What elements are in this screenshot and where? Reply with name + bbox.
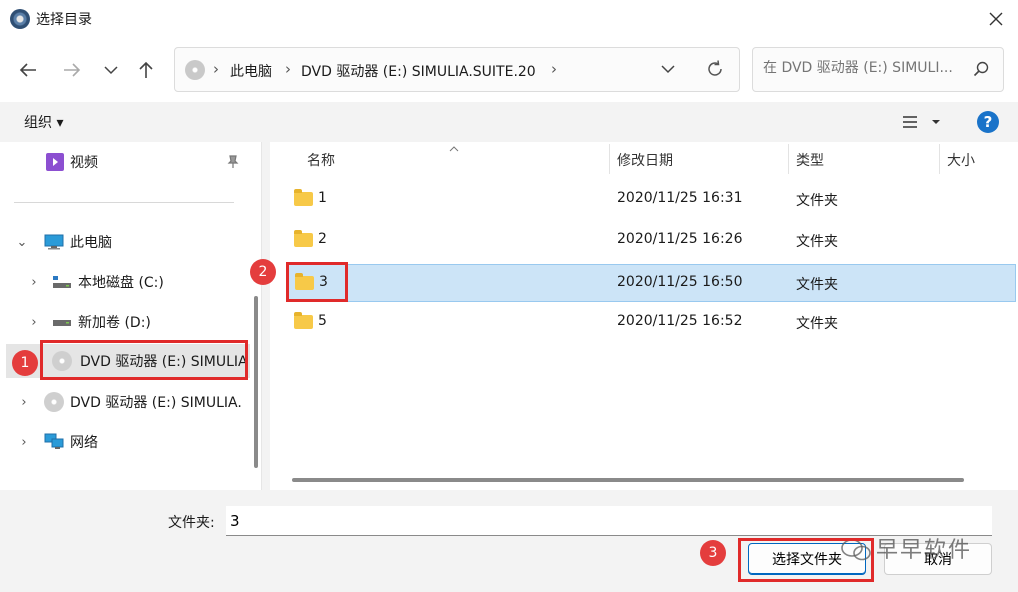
sidebar-item-label: 本地磁盘 (C:): [78, 275, 164, 291]
sidebar-scrollbar[interactable]: [254, 296, 258, 468]
sidebar-item-local-disk-c[interactable]: › 本地磁盘 (C:): [0, 265, 250, 299]
breadcrumb-separator-icon: ›: [285, 60, 291, 78]
column-header-modified[interactable]: 修改日期: [617, 150, 673, 170]
file-row[interactable]: 2 2020/11/25 16:26 文件夹: [286, 222, 1016, 260]
chevron-down-icon: [104, 66, 118, 75]
sidebar-item-label: DVD 驱动器 (E:) SIMULIA.: [70, 395, 242, 411]
sidebar-item-network[interactable]: › 网络: [0, 425, 250, 459]
help-button[interactable]: ?: [977, 111, 999, 133]
column-divider[interactable]: [788, 144, 789, 174]
sort-ascending-icon: [449, 140, 459, 156]
annotation-box-step1: [40, 340, 248, 380]
watermark-text: 早早软件: [876, 538, 973, 563]
folder-label: 文件夹:: [168, 515, 215, 531]
annotation-badge-step3: 3: [700, 540, 726, 566]
file-type: 文件夹: [796, 234, 838, 250]
search-box[interactable]: [752, 47, 1004, 92]
annotation-box-step3: [738, 538, 874, 582]
chevron-right-icon: ›: [21, 394, 27, 410]
dvd-drive-icon: [185, 60, 205, 80]
sidebar-item-label: 网络: [70, 435, 98, 451]
refresh-icon: [708, 60, 722, 76]
hard-drive-icon: [52, 314, 72, 330]
column-divider[interactable]: [609, 144, 610, 174]
sidebar-item-label: 新加卷 (D:): [78, 315, 151, 331]
file-name: 5: [318, 313, 327, 329]
address-bar[interactable]: › 此电脑 › DVD 驱动器 (E:) SIMULIA.SUITE.20 ›: [174, 47, 740, 92]
annotation-badge-step1: 1: [12, 350, 38, 376]
arrow-left-icon: [19, 63, 36, 77]
network-icon: [44, 433, 64, 451]
breadcrumb-separator-icon: ›: [213, 60, 219, 78]
folder-icon: [294, 230, 313, 247]
dvd-drive-icon: [44, 392, 64, 412]
sidebar-divider: [14, 202, 234, 203]
sidebar-item-label: 视频: [70, 155, 98, 171]
command-bar: [0, 102, 1018, 142]
column-divider[interactable]: [939, 144, 940, 174]
back-button[interactable]: [12, 54, 44, 86]
file-row-selected[interactable]: 3 2020/11/25 16:50 文件夹: [286, 264, 1016, 302]
file-modified: 2020/11/25 16:50: [617, 274, 743, 290]
file-name: 1: [318, 190, 327, 206]
up-button[interactable]: [130, 54, 162, 86]
computer-icon: [44, 234, 64, 250]
forward-button[interactable]: [56, 54, 88, 86]
sidebar-item-dvd-drive[interactable]: › DVD 驱动器 (E:) SIMULIA.: [0, 385, 250, 419]
video-icon: [46, 153, 64, 171]
address-dropdown-button[interactable]: [661, 62, 675, 78]
file-modified: 2020/11/25 16:52: [617, 313, 743, 329]
chevron-right-icon: ›: [31, 314, 37, 330]
file-modified: 2020/11/25 16:31: [617, 190, 743, 206]
file-row[interactable]: 1 2020/11/25 16:31 文件夹: [286, 181, 1016, 219]
chevron-right-icon: ›: [21, 434, 27, 450]
view-options-button[interactable]: [900, 114, 948, 134]
pin-icon: [226, 155, 240, 173]
close-button[interactable]: [980, 4, 1012, 34]
file-list-scrollbar[interactable]: [292, 478, 964, 482]
organize-menu[interactable]: 组织 ▾: [24, 112, 63, 132]
breadcrumb-separator-icon: ›: [551, 60, 557, 78]
chevron-down-icon: [661, 65, 675, 74]
list-view-icon: [903, 116, 940, 128]
close-icon: [989, 12, 1003, 26]
folder-icon: [294, 312, 313, 329]
file-row[interactable]: 5 2020/11/25 16:52 文件夹: [286, 304, 1016, 342]
breadcrumb-dvd-drive[interactable]: DVD 驱动器 (E:) SIMULIA.SUITE.20: [301, 61, 536, 81]
sidebar-item-this-pc[interactable]: ⌄ 此电脑: [0, 225, 250, 259]
annotation-box-step2: [286, 262, 348, 302]
sidebar-item-new-volume-d[interactable]: › 新加卷 (D:): [0, 305, 250, 339]
search-input[interactable]: [763, 60, 963, 76]
hard-drive-icon: [52, 274, 72, 290]
annotation-badge-step2: 2: [250, 259, 276, 285]
recent-locations-button[interactable]: [95, 54, 127, 86]
column-header-size[interactable]: 大小: [947, 150, 975, 170]
window-title: 选择目录: [36, 12, 92, 28]
file-type: 文件夹: [796, 193, 838, 209]
breadcrumb-this-pc[interactable]: 此电脑: [230, 61, 272, 81]
file-name: 2: [318, 231, 327, 247]
file-type: 文件夹: [796, 316, 838, 332]
search-icon: [973, 61, 989, 81]
sidebar-item-label: 此电脑: [70, 235, 112, 251]
chevron-down-icon: ⌄: [16, 234, 28, 250]
refresh-button[interactable]: [705, 59, 725, 83]
sidebar-item-videos[interactable]: 视频: [0, 145, 250, 179]
chevron-right-icon: ›: [31, 274, 37, 290]
column-header-name[interactable]: 名称: [307, 150, 335, 170]
title-bar: [0, 0, 1018, 38]
folder-icon: [294, 189, 313, 206]
file-type: 文件夹: [796, 277, 838, 293]
file-modified: 2020/11/25 16:26: [617, 231, 743, 247]
arrow-up-icon: [139, 61, 153, 78]
arrow-right-icon: [64, 63, 81, 77]
app-icon: [10, 9, 30, 29]
column-header-type[interactable]: 类型: [796, 150, 824, 170]
